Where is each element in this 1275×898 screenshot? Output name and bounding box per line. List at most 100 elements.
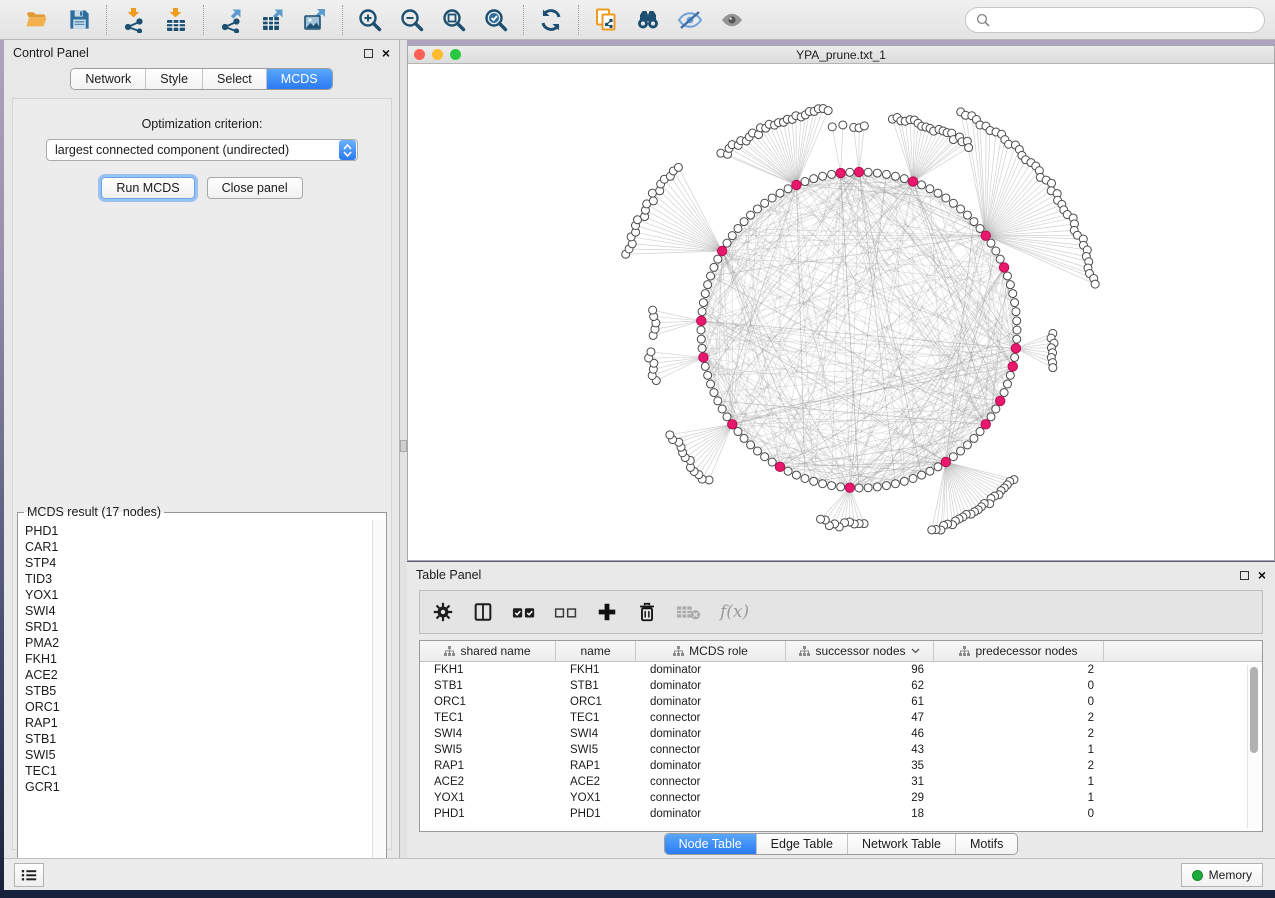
import-network-button[interactable] <box>120 6 148 34</box>
mcds-node-item[interactable]: RAP1 <box>25 715 372 731</box>
zoom-in-button[interactable] <box>356 6 384 34</box>
cell-shared-name: SWI5 <box>420 744 556 756</box>
mcds-node-item[interactable]: SWI5 <box>25 747 372 763</box>
import-table-button[interactable] <box>162 6 190 34</box>
open-file-button[interactable] <box>23 6 51 34</box>
table-tab-network-table[interactable]: Network Table <box>847 834 955 854</box>
float-panel-icon[interactable] <box>364 49 373 58</box>
function-builder-button[interactable]: f(x) <box>720 602 749 622</box>
mcds-result-list[interactable]: PHD1CAR1STP4TID3YOX1SWI4SRD1PMA2FKH1ACE2… <box>19 521 372 873</box>
save-session-button[interactable] <box>65 6 93 34</box>
table-row[interactable]: SWI5SWI5connector431 <box>420 742 1262 758</box>
mcds-node-item[interactable]: STP4 <box>25 555 372 571</box>
tab-network[interactable]: Network <box>71 69 145 89</box>
node-table: shared namenameMCDS rolesuccessor nodesp… <box>419 640 1263 832</box>
delete-column-button[interactable] <box>636 601 658 623</box>
tab-select[interactable]: Select <box>202 69 266 89</box>
mcds-node-item[interactable]: STB1 <box>25 731 372 747</box>
mcds-node-item[interactable]: TEC1 <box>25 763 372 779</box>
table-settings-button[interactable] <box>432 601 454 623</box>
cell-shared-name: STB1 <box>420 680 556 692</box>
mcds-node-item[interactable]: TID3 <box>25 571 372 587</box>
column-header-successor-nodes[interactable]: successor nodes <box>786 641 934 661</box>
result-scrollbar[interactable] <box>372 520 385 873</box>
cell-predecessor-nodes: 1 <box>934 776 1104 788</box>
table-row[interactable]: STB1STB1dominator620 <box>420 678 1262 694</box>
search-box[interactable] <box>965 7 1265 33</box>
refresh-layout-button[interactable] <box>537 6 565 34</box>
table-scrollbar-thumb[interactable] <box>1250 667 1258 753</box>
export-image-icon <box>302 7 328 33</box>
table-row[interactable]: TEC1TEC1connector472 <box>420 710 1262 726</box>
show-all-button[interactable] <box>718 6 746 34</box>
column-header-predecessor-nodes[interactable]: predecessor nodes <box>934 641 1104 661</box>
network-canvas[interactable] <box>408 65 1274 560</box>
zoom-out-icon <box>399 7 425 33</box>
table-row[interactable]: YOX1YOX1connector291 <box>420 790 1262 806</box>
table-row[interactable]: RAP1RAP1dominator352 <box>420 758 1262 774</box>
mcds-node-item[interactable]: ACE2 <box>25 667 372 683</box>
run-mcds-button[interactable]: Run MCDS <box>101 177 194 199</box>
zoom-fit-button[interactable] <box>440 6 468 34</box>
minimize-window-button[interactable] <box>432 49 443 60</box>
mcds-node-item[interactable]: PHD1 <box>25 523 372 539</box>
maximize-window-button[interactable] <box>450 49 461 60</box>
show-columns-button[interactable] <box>472 601 494 623</box>
panel-menu-button[interactable] <box>14 863 44 887</box>
close-window-button[interactable] <box>414 49 425 60</box>
table-row[interactable]: ORC1ORC1dominator610 <box>420 694 1262 710</box>
search-input[interactable] <box>996 13 1254 27</box>
mcds-result-title: MCDS result (17 nodes) <box>24 505 164 519</box>
column-header-MCDS-role[interactable]: MCDS role <box>636 641 786 661</box>
clone-network-button[interactable] <box>592 6 620 34</box>
tab-style[interactable]: Style <box>145 69 202 89</box>
float-panel-icon[interactable] <box>1240 571 1249 580</box>
mcds-node-item[interactable]: SRD1 <box>25 619 372 635</box>
panel-splitter[interactable] <box>400 40 407 858</box>
table-tab-edge-table[interactable]: Edge Table <box>756 834 847 854</box>
table-tab-motifs[interactable]: Motifs <box>955 834 1017 854</box>
network-window-titlebar[interactable]: YPA_prune.txt_1 <box>408 46 1274 64</box>
memory-button[interactable]: Memory <box>1181 863 1263 887</box>
mcds-node-item[interactable]: SWI4 <box>25 603 372 619</box>
column-namespace-icon <box>799 646 810 657</box>
export-network-button[interactable] <box>217 6 245 34</box>
table-tab-node-table[interactable]: Node Table <box>665 834 756 854</box>
zoom-selected-button[interactable] <box>482 6 510 34</box>
cell-name: TEC1 <box>556 712 636 724</box>
close-panel-icon[interactable]: × <box>382 49 390 58</box>
table-row[interactable]: SWI4SWI4dominator462 <box>420 726 1262 742</box>
mcds-node-item[interactable]: STB5 <box>25 683 372 699</box>
column-header-shared-name[interactable]: shared name <box>420 641 556 661</box>
mcds-node-item[interactable]: PMA2 <box>25 635 372 651</box>
hide-selected-button[interactable] <box>676 6 704 34</box>
tab-mcds[interactable]: MCDS <box>266 69 332 89</box>
mcds-node-item[interactable]: ORC1 <box>25 699 372 715</box>
export-table-button[interactable] <box>259 6 287 34</box>
table-scrollbar[interactable] <box>1247 665 1259 828</box>
table-panel: Table Panel × <box>407 562 1275 858</box>
add-column-button[interactable] <box>596 601 618 623</box>
column-header-name[interactable]: name <box>556 641 636 661</box>
export-image-button[interactable] <box>301 6 329 34</box>
delete-table-button[interactable] <box>676 602 702 622</box>
table-row[interactable]: PHD1PHD1dominator180 <box>420 806 1262 822</box>
table-row[interactable]: ACE2ACE2connector311 <box>420 774 1262 790</box>
import-table-icon <box>163 7 189 33</box>
criterion-dropdown[interactable]: largest connected component (undirected) <box>46 139 358 161</box>
close-panel-icon[interactable]: × <box>1258 571 1266 580</box>
table-row[interactable]: FKH1FKH1dominator962 <box>420 662 1262 678</box>
mcds-node-item[interactable]: FKH1 <box>25 651 372 667</box>
zoom-out-button[interactable] <box>398 6 426 34</box>
select-all-button[interactable] <box>512 603 536 621</box>
first-neighbors-button[interactable] <box>634 6 662 34</box>
cell-successor-nodes: 29 <box>786 792 934 804</box>
deselect-all-button[interactable] <box>554 603 578 621</box>
mcds-node-item[interactable]: YOX1 <box>25 587 372 603</box>
cell-name: ACE2 <box>556 776 636 788</box>
splitter-grip[interactable] <box>400 440 407 452</box>
close-panel-button[interactable]: Close panel <box>207 177 303 199</box>
mcds-node-item[interactable]: CAR1 <box>25 539 372 555</box>
save-icon <box>67 7 92 32</box>
mcds-node-item[interactable]: GCR1 <box>25 779 372 795</box>
